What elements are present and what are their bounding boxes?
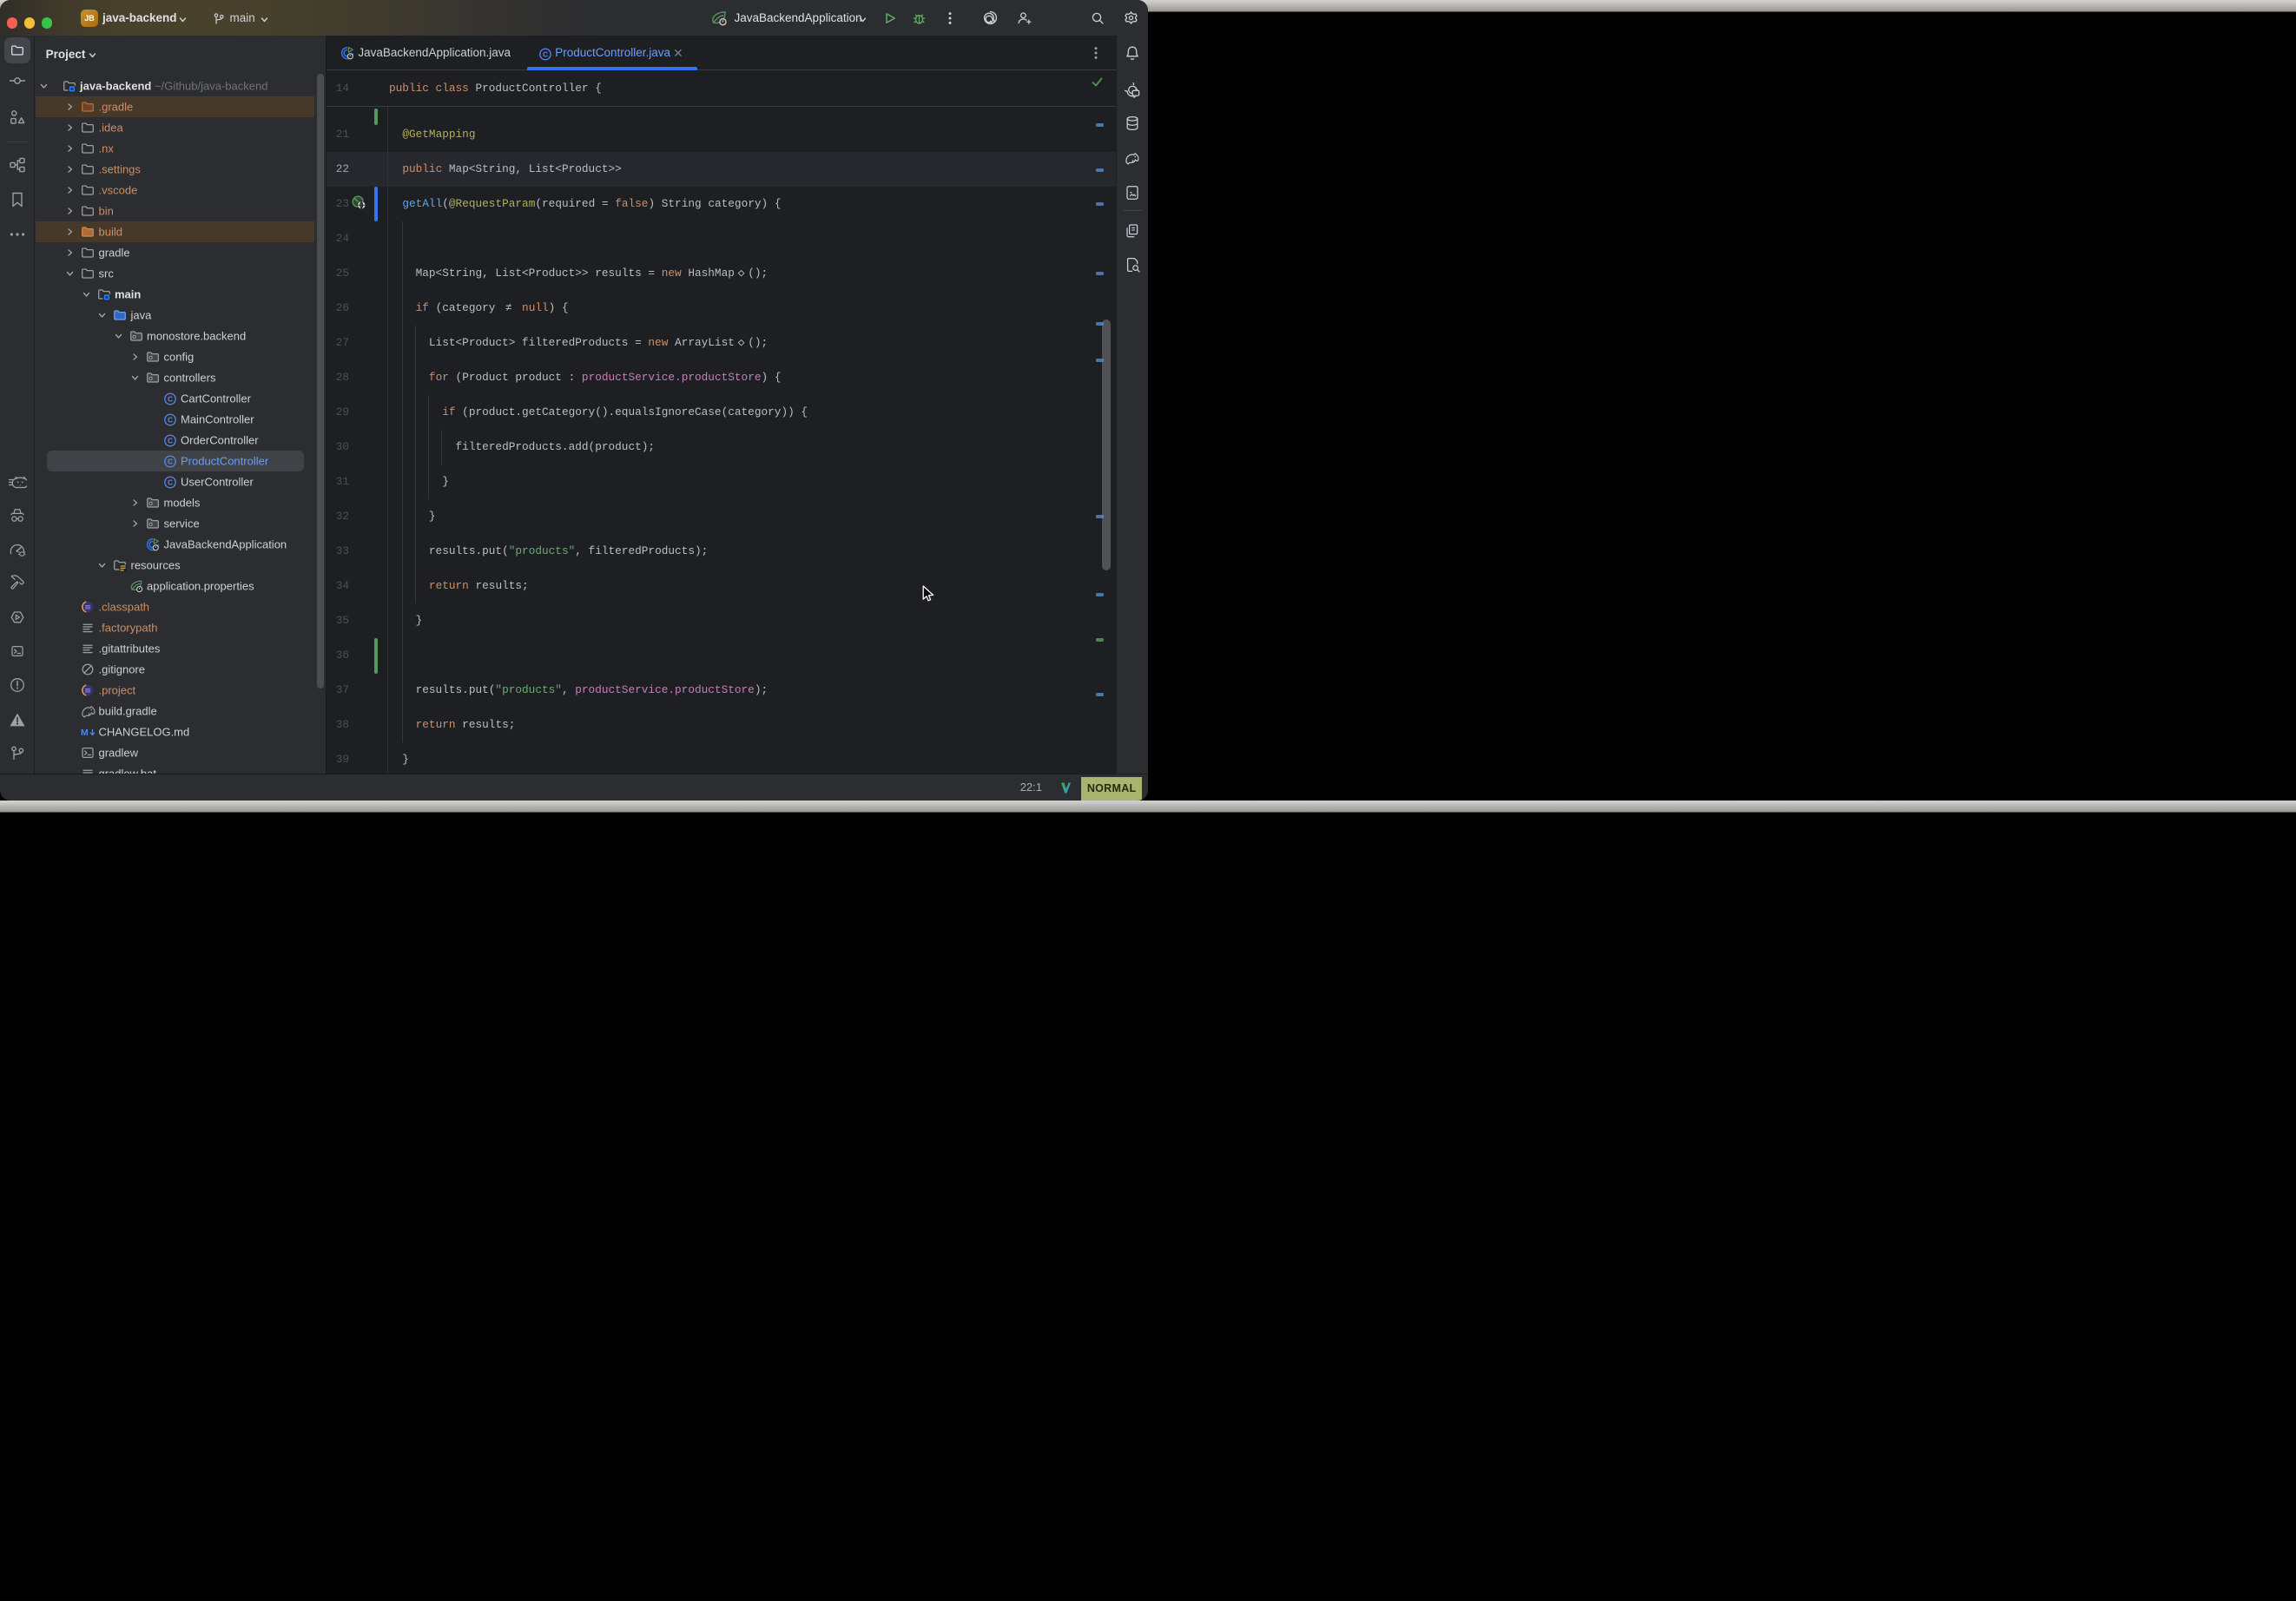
svg-text:C: C <box>167 478 172 486</box>
svg-text:C: C <box>167 394 172 403</box>
svg-text:C: C <box>543 50 548 59</box>
svg-text:C: C <box>167 436 172 445</box>
svg-text:C: C <box>167 415 172 424</box>
svg-text:M: M <box>81 728 89 738</box>
svg-text:C: C <box>167 457 172 465</box>
